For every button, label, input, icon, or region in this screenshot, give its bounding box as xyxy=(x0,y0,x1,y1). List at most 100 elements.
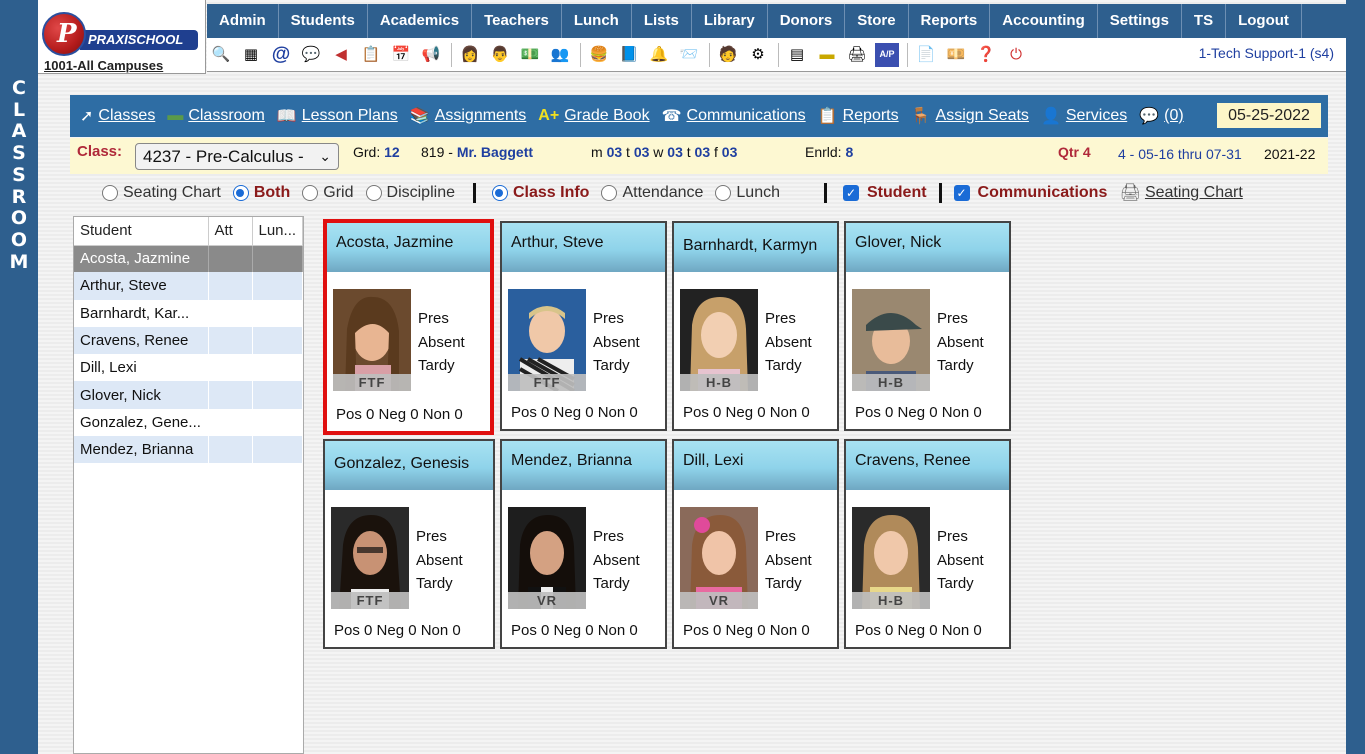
money-icon[interactable]: 💵 xyxy=(518,43,542,67)
menu-store[interactable]: Store xyxy=(845,4,909,38)
print-seating-chart-link[interactable]: 🖨 Seating Chart xyxy=(1119,183,1242,203)
power-icon[interactable]: ⏻ xyxy=(1004,43,1028,67)
card-icon[interactable]: ▬ xyxy=(815,43,839,67)
student-card[interactable]: Glover, Nick H-B Pres Absent Tardy Pos 0 N… xyxy=(844,221,1011,431)
absent-button[interactable]: Absent xyxy=(416,549,463,573)
table-row[interactable]: Glover, Nick xyxy=(74,381,303,409)
absent-button[interactable]: Absent xyxy=(937,549,984,573)
present-button[interactable]: Pres xyxy=(593,307,640,331)
megaphone-small-icon[interactable]: ◀ xyxy=(329,43,353,67)
search-icon[interactable]: 🔍 xyxy=(209,43,233,67)
radio-grid[interactable]: Grid xyxy=(302,184,354,202)
menu-ts[interactable]: TS xyxy=(1182,4,1227,38)
radio-class-info[interactable]: Class Info xyxy=(491,184,589,202)
menu-admin[interactable]: Admin xyxy=(207,4,279,38)
calendar-grid-icon[interactable]: 📋 xyxy=(359,43,383,67)
radio-seating-chart[interactable]: Seating Chart xyxy=(102,184,221,202)
menu-logout[interactable]: Logout xyxy=(1226,4,1302,38)
menu-donors[interactable]: Donors xyxy=(768,4,846,38)
column-header-lunch[interactable]: Lun... xyxy=(252,217,303,246)
praxischool-logo[interactable]: PRAXISCHOOL P xyxy=(42,10,202,56)
menu-reports[interactable]: Reports xyxy=(909,4,991,38)
help-icon[interactable]: ❓ xyxy=(974,43,998,67)
toolbar-grade-book[interactable]: A+ Grade Book xyxy=(538,107,649,125)
column-header-student[interactable]: Student xyxy=(74,217,209,246)
menu-academics[interactable]: Academics xyxy=(368,4,473,38)
class-select[interactable]: 4237 - Pre-Calculus - ⌄ xyxy=(135,143,339,170)
absent-button[interactable]: Absent xyxy=(593,549,640,573)
menu-settings[interactable]: Settings xyxy=(1098,4,1182,38)
reports-person-icon[interactable]: 🧑 xyxy=(716,43,740,67)
spreadsheet-icon[interactable]: ▤ xyxy=(785,43,809,67)
absent-button[interactable]: Absent xyxy=(418,331,465,355)
toolbar-classes[interactable]: ➚ Classes xyxy=(80,106,155,126)
checkbox-student[interactable]: ✓ Student xyxy=(843,184,927,202)
book-icon[interactable]: 📘 xyxy=(617,43,641,67)
menu-library[interactable]: Library xyxy=(692,4,768,38)
present-button[interactable]: Pres xyxy=(937,525,984,549)
absent-button[interactable]: Absent xyxy=(765,549,812,573)
table-row[interactable]: Dill, Lexi xyxy=(74,354,303,382)
person-icon[interactable]: 👨 xyxy=(488,43,512,67)
tardy-button[interactable]: Tardy xyxy=(765,354,812,378)
radio-lunch[interactable]: Lunch xyxy=(715,184,780,202)
chat-bubbles-icon[interactable]: 💬 xyxy=(299,43,323,67)
bell-icon[interactable]: 🔔 xyxy=(647,43,671,67)
present-button[interactable]: Pres xyxy=(416,525,463,549)
gear-person-icon[interactable]: ⚙ xyxy=(746,43,770,67)
menu-lunch[interactable]: Lunch xyxy=(562,4,632,38)
table-row[interactable]: Barnhardt, Kar... xyxy=(74,299,303,327)
megaphone-icon[interactable]: 📢 xyxy=(419,43,443,67)
student-card[interactable]: Cravens, Renee H-B Pres Absent Tardy Pos 0… xyxy=(844,439,1011,649)
toolbar-classroom[interactable]: ▬ Classroom xyxy=(167,107,264,125)
toolbar-communications[interactable]: ☎ Communications xyxy=(662,106,806,126)
absent-button[interactable]: Absent xyxy=(937,331,984,355)
student-card[interactable]: Mendez, Brianna VR Pres Absent Tardy Pos 0… xyxy=(500,439,667,649)
printer-icon[interactable]: 🖨 xyxy=(845,43,869,67)
toolbar-services[interactable]: 👤 Services xyxy=(1041,106,1127,126)
support-user-link[interactable]: 1-Tech Support-1 (s4) xyxy=(1199,45,1334,61)
present-button[interactable]: Pres xyxy=(593,525,640,549)
tardy-button[interactable]: Tardy xyxy=(937,354,984,378)
campus-link[interactable]: 1001-All Campuses xyxy=(44,58,163,73)
radio-attendance[interactable]: Attendance xyxy=(601,184,703,202)
tardy-button[interactable]: Tardy xyxy=(937,572,984,596)
student-card[interactable]: Dill, Lexi VR Pres Absent Tardy Pos 0 Neg … xyxy=(672,439,839,649)
table-row[interactable]: Mendez, Brianna xyxy=(74,436,303,464)
pdf-icon[interactable]: 📄 xyxy=(914,43,938,67)
hamburger-icon[interactable]: 🍔 xyxy=(587,43,611,67)
at-icon[interactable]: @ xyxy=(269,43,293,67)
tardy-button[interactable]: Tardy xyxy=(593,572,640,596)
student-card[interactable]: Acosta, Jazmine FTF Pres Absent Tardy Pos … xyxy=(323,219,494,435)
tardy-button[interactable]: Tardy xyxy=(416,572,463,596)
present-button[interactable]: Pres xyxy=(937,307,984,331)
absent-button[interactable]: Absent xyxy=(765,331,812,355)
tardy-button[interactable]: Tardy xyxy=(765,572,812,596)
toolbar-reports[interactable]: 📋 Reports xyxy=(818,106,899,126)
people-icon[interactable]: 👥 xyxy=(548,43,572,67)
calendar-icon[interactable]: 📅 xyxy=(389,43,413,67)
grid-icon[interactable]: ▦ xyxy=(239,43,263,67)
menu-accounting[interactable]: Accounting xyxy=(990,4,1098,38)
person-add-icon[interactable]: 👩 xyxy=(458,43,482,67)
student-card[interactable]: Barnhardt, Karmyn H-B Pres Absent Tardy Po… xyxy=(672,221,839,431)
table-row[interactable]: Acosta, Jazmine xyxy=(74,245,303,273)
toolbar-assign-seats[interactable]: 🪑 Assign Seats xyxy=(911,106,1029,126)
radio-discipline[interactable]: Discipline xyxy=(365,184,455,202)
student-card[interactable]: Gonzalez, Genesis FTF Pres Absent Tardy Po… xyxy=(323,439,495,649)
ap-icon[interactable]: A/P xyxy=(875,42,899,67)
table-row[interactable]: Gonzalez, Gene... xyxy=(74,408,303,437)
absent-button[interactable]: Absent xyxy=(593,331,640,355)
column-header-att[interactable]: Att xyxy=(208,217,253,246)
tardy-button[interactable]: Tardy xyxy=(593,354,640,378)
menu-teachers[interactable]: Teachers xyxy=(472,4,562,38)
radio-both[interactable]: Both xyxy=(232,184,290,202)
present-button[interactable]: Pres xyxy=(765,307,812,331)
menu-students[interactable]: Students xyxy=(279,4,368,38)
toolbar-assignments[interactable]: 📚 Assignments xyxy=(410,106,527,126)
present-button[interactable]: Pres xyxy=(418,307,465,331)
teacher-name[interactable]: Mr. Baggett xyxy=(457,144,533,160)
checkbox-communications[interactable]: ✓ Communications xyxy=(953,184,1107,202)
arrow-right-icon[interactable]: 📨 xyxy=(677,43,701,67)
table-row[interactable]: Arthur, Steve xyxy=(74,272,303,300)
